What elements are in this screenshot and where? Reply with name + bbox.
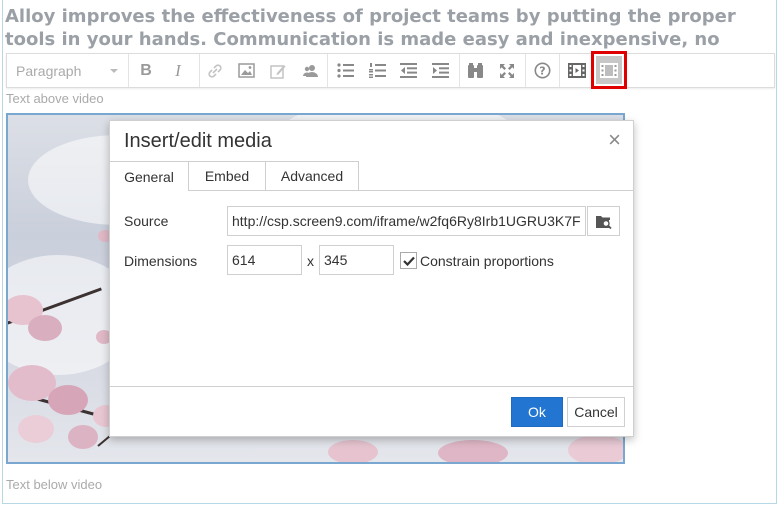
italic-button[interactable]: I bbox=[167, 54, 189, 87]
image-icon bbox=[237, 63, 255, 78]
numbered-list-button[interactable] bbox=[366, 54, 388, 87]
blossom bbox=[328, 440, 378, 462]
user-icon bbox=[302, 65, 318, 77]
media-active-button[interactable] bbox=[591, 51, 627, 89]
blossom bbox=[68, 425, 98, 449]
width-input[interactable]: 614 bbox=[227, 245, 302, 275]
insert-media-dialog: Insert/edit media × General Embed Advanc… bbox=[109, 120, 634, 437]
bullet-list-icon bbox=[336, 63, 354, 78]
find-button[interactable] bbox=[464, 54, 486, 87]
ok-button[interactable]: Ok bbox=[511, 397, 563, 427]
source-input[interactable]: http://csp.screen9.com/iframe/w2fq6Ry8Ir… bbox=[227, 206, 586, 236]
bullet-list-button[interactable] bbox=[334, 54, 356, 87]
dialog-footer-divider bbox=[110, 386, 633, 387]
browse-button[interactable] bbox=[587, 206, 620, 236]
dimension-separator: x bbox=[307, 253, 314, 269]
format-select[interactable]: Paragraph bbox=[7, 54, 129, 87]
tab-embed[interactable]: Embed bbox=[189, 161, 266, 190]
help-button[interactable]: ? bbox=[531, 54, 553, 87]
image-button[interactable] bbox=[235, 54, 257, 87]
media-button[interactable] bbox=[566, 54, 588, 87]
height-input[interactable]: 345 bbox=[319, 245, 394, 275]
toolbar-divider bbox=[525, 54, 526, 87]
blossom bbox=[18, 415, 54, 443]
media-icon bbox=[568, 63, 586, 78]
bold-button[interactable]: B bbox=[135, 54, 157, 87]
background-paragraph: Alloy improves the effectiveness of proj… bbox=[5, 6, 736, 50]
toolbar-divider bbox=[327, 54, 328, 87]
constrain-label: Constrain proportions bbox=[420, 253, 554, 269]
svg-text:?: ? bbox=[539, 65, 545, 78]
outdent-button[interactable] bbox=[397, 54, 419, 87]
fullscreen-icon bbox=[500, 63, 514, 78]
text-below-video: Text below video bbox=[6, 477, 103, 492]
indent-button[interactable] bbox=[429, 54, 451, 87]
tab-advanced[interactable]: Advanced bbox=[266, 161, 359, 190]
cancel-button[interactable]: Cancel bbox=[567, 397, 625, 427]
source-label: Source bbox=[124, 213, 169, 229]
tab-label: General bbox=[124, 168, 174, 185]
close-icon[interactable]: × bbox=[608, 129, 621, 151]
check-icon bbox=[402, 256, 415, 266]
link-icon bbox=[208, 63, 222, 78]
browse-icon bbox=[595, 215, 612, 229]
dialog-tabs: General Embed Advanced bbox=[110, 161, 633, 191]
chevron-down-icon bbox=[110, 69, 118, 73]
link-button[interactable] bbox=[204, 54, 226, 87]
blossom bbox=[438, 440, 508, 462]
dimensions-label: Dimensions bbox=[124, 253, 198, 269]
find-icon bbox=[467, 62, 483, 78]
text-above-video: Text above video bbox=[6, 91, 104, 106]
help-icon: ? bbox=[534, 62, 550, 79]
bold-icon: B bbox=[140, 61, 152, 79]
tab-general[interactable]: General bbox=[110, 161, 189, 191]
numbered-list-icon bbox=[368, 63, 386, 78]
tab-label: Embed bbox=[204, 168, 250, 184]
constrain-checkbox[interactable] bbox=[400, 252, 417, 269]
tab-label: Advanced bbox=[280, 168, 344, 184]
edit-image-button[interactable] bbox=[267, 54, 289, 87]
editor-toolbar: Paragraph B I ? bbox=[6, 53, 775, 88]
format-select-label: Paragraph bbox=[16, 62, 82, 79]
user-button[interactable] bbox=[299, 54, 321, 87]
media-active-icon bbox=[600, 62, 618, 78]
indent-icon bbox=[431, 63, 449, 78]
toolbar-divider bbox=[459, 54, 460, 87]
dialog-title: Insert/edit media bbox=[124, 130, 272, 152]
edit-image-icon bbox=[270, 64, 286, 79]
blossom bbox=[568, 435, 623, 462]
toolbar-divider bbox=[559, 54, 560, 87]
blossom bbox=[28, 315, 62, 341]
outdent-icon bbox=[399, 63, 417, 78]
italic-icon: I bbox=[175, 60, 181, 80]
blossom bbox=[48, 385, 88, 415]
toolbar-divider bbox=[199, 54, 200, 87]
fullscreen-button[interactable] bbox=[496, 54, 518, 87]
